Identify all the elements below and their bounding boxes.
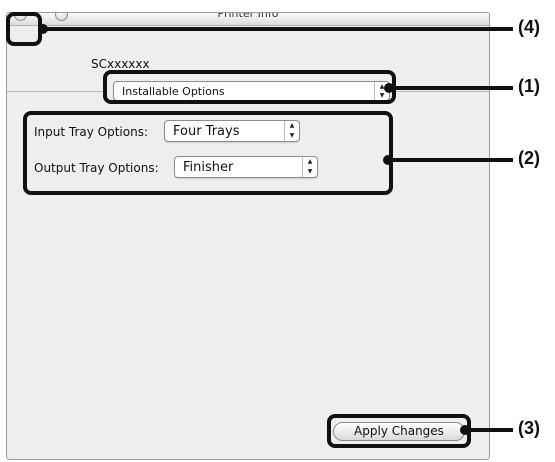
callout-number-1: (1): [518, 76, 540, 96]
title-bar: Printer Info: [7, 13, 489, 26]
callout-number-4: (4): [518, 17, 540, 37]
divider-right: [390, 91, 489, 92]
callout-box-3: [327, 414, 471, 448]
window-title: Printer Info: [217, 12, 279, 20]
callout-line-3: [466, 428, 513, 432]
callout-number-3: (3): [518, 418, 540, 438]
printer-name: SCxxxxxx: [91, 57, 150, 71]
divider-left: [7, 91, 107, 92]
callout-line-2: [390, 158, 513, 162]
callout-box-4: [6, 12, 42, 46]
callout-box-1: [103, 70, 396, 104]
callout-line-1: [390, 86, 513, 90]
callout-line-4: [43, 27, 513, 31]
callout-box-2: [23, 111, 393, 195]
callout-number-2: (2): [518, 148, 540, 168]
